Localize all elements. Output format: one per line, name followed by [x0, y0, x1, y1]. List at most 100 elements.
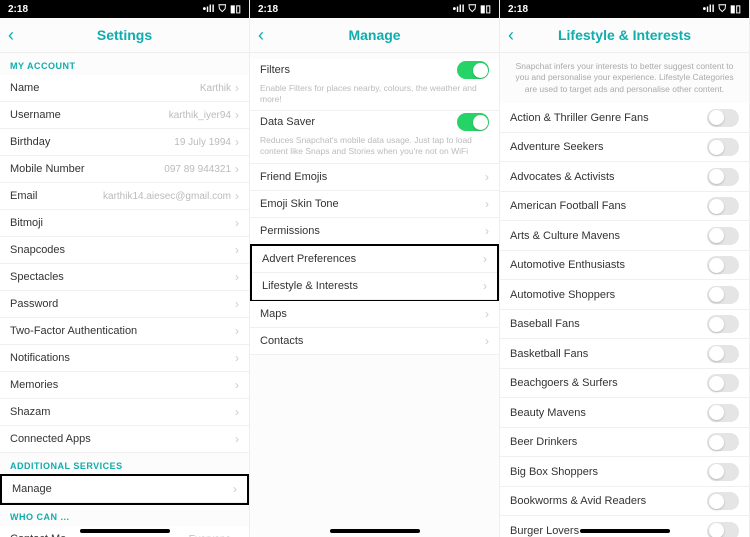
header: ‹ Settings: [0, 18, 249, 53]
back-icon[interactable]: ‹: [508, 25, 514, 46]
chevron-right-icon: ›: [235, 270, 239, 284]
interest-toggle[interactable]: [707, 433, 739, 451]
row-data-saver: Data Saver: [250, 111, 499, 133]
interest-label: Bookworms & Avid Readers: [510, 495, 646, 507]
row-manage[interactable]: Manage›: [2, 476, 247, 503]
interest-row: Automotive Shoppers: [500, 280, 749, 310]
row-username[interactable]: Usernamekarthik_iyer94›: [0, 102, 249, 129]
section-who-can: WHO CAN ...: [0, 504, 249, 526]
chevron-right-icon: ›: [235, 216, 239, 230]
interest-toggle[interactable]: [707, 463, 739, 481]
chevron-right-icon: ›: [235, 81, 239, 95]
status-time: 2:18: [8, 4, 28, 15]
data-saver-toggle[interactable]: [457, 113, 489, 131]
interest-toggle[interactable]: [707, 374, 739, 392]
status-bar: 2:18 •ıll⛉▮▯: [250, 0, 499, 18]
interest-label: Burger Lovers: [510, 525, 579, 537]
chevron-right-icon: ›: [485, 197, 489, 211]
interest-row: American Football Fans: [500, 192, 749, 222]
chevron-right-icon: ›: [485, 170, 489, 184]
chevron-right-icon: ›: [233, 482, 237, 496]
filters-toggle[interactable]: [457, 61, 489, 79]
chevron-right-icon: ›: [485, 334, 489, 348]
row-memories[interactable]: Memories›: [0, 372, 249, 399]
header: ‹ Manage: [250, 18, 499, 53]
chevron-right-icon: ›: [235, 189, 239, 203]
page-title: Settings: [97, 27, 152, 43]
interest-toggle[interactable]: [707, 227, 739, 245]
home-indicator[interactable]: [580, 529, 670, 533]
row-shazam[interactable]: Shazam›: [0, 399, 249, 426]
row-notifications[interactable]: Notifications›: [0, 345, 249, 372]
interest-toggle[interactable]: [707, 492, 739, 510]
row-snapcodes[interactable]: Snapcodes›: [0, 237, 249, 264]
row-name[interactable]: NameKarthik›: [0, 75, 249, 102]
row-mobile[interactable]: Mobile Number097 89 944321›: [0, 156, 249, 183]
chevron-right-icon: ›: [235, 532, 239, 537]
chevron-right-icon: ›: [235, 162, 239, 176]
interest-label: Arts & Culture Mavens: [510, 230, 620, 242]
content[interactable]: Filters Enable Filters for places nearby…: [250, 53, 499, 537]
status-bar: 2:18 •ıll⛉▮▯: [0, 0, 249, 18]
row-bitmoji[interactable]: Bitmoji›: [0, 210, 249, 237]
row-contacts[interactable]: Contacts›: [250, 328, 499, 355]
intro-text: Snapchat infers your interests to better…: [500, 53, 749, 103]
section-additional: ADDITIONAL SERVICES: [0, 453, 249, 475]
interest-label: Adventure Seekers: [510, 141, 604, 153]
status-right: •ıll⛉▮▯: [203, 4, 241, 15]
interest-row: Baseball Fans: [500, 310, 749, 340]
interest-toggle[interactable]: [707, 286, 739, 304]
interest-toggle[interactable]: [707, 168, 739, 186]
interest-row: Big Box Shoppers: [500, 457, 749, 487]
interest-label: American Football Fans: [510, 200, 626, 212]
home-indicator[interactable]: [80, 529, 170, 533]
interest-toggle[interactable]: [707, 404, 739, 422]
content[interactable]: Snapchat infers your interests to better…: [500, 53, 749, 537]
row-filters: Filters: [250, 59, 499, 81]
row-password[interactable]: Password›: [0, 291, 249, 318]
chevron-right-icon: ›: [235, 297, 239, 311]
status-right: •ıll⛉▮▯: [453, 4, 491, 15]
status-time: 2:18: [258, 4, 278, 15]
row-advert-prefs[interactable]: Advert Preferences›: [252, 246, 497, 273]
interest-toggle[interactable]: [707, 256, 739, 274]
interest-row: Bookworms & Avid Readers: [500, 487, 749, 517]
row-emoji-skin[interactable]: Emoji Skin Tone›: [250, 191, 499, 218]
chevron-right-icon: ›: [485, 224, 489, 238]
chevron-right-icon: ›: [235, 405, 239, 419]
chevron-right-icon: ›: [235, 108, 239, 122]
content[interactable]: MY ACCOUNT NameKarthik› Usernamekarthik_…: [0, 53, 249, 537]
row-maps[interactable]: Maps›: [250, 301, 499, 328]
row-permissions[interactable]: Permissions›: [250, 218, 499, 245]
interest-label: Beer Drinkers: [510, 436, 577, 448]
interest-row: Beer Drinkers: [500, 428, 749, 458]
row-spectacles[interactable]: Spectacles›: [0, 264, 249, 291]
interest-toggle[interactable]: [707, 522, 739, 537]
interest-toggle[interactable]: [707, 197, 739, 215]
row-connected-apps[interactable]: Connected Apps›: [0, 426, 249, 453]
chevron-right-icon: ›: [483, 279, 487, 293]
interest-label: Automotive Shoppers: [510, 289, 615, 301]
interest-toggle[interactable]: [707, 138, 739, 156]
row-2fa[interactable]: Two-Factor Authentication›: [0, 318, 249, 345]
row-birthday[interactable]: Birthday19 July 1994›: [0, 129, 249, 156]
interest-row: Burger Lovers: [500, 516, 749, 537]
interest-row: Adventure Seekers: [500, 133, 749, 163]
manage-screen: 2:18 •ıll⛉▮▯ ‹ Manage Filters Enable Fil…: [250, 0, 500, 537]
row-email[interactable]: Emailkarthik14.aiesec@gmail.com›: [0, 183, 249, 210]
row-lifestyle[interactable]: Lifestyle & Interests›: [252, 273, 497, 300]
interest-toggle[interactable]: [707, 109, 739, 127]
interest-label: Beachgoers & Surfers: [510, 377, 618, 389]
interest-toggle[interactable]: [707, 345, 739, 363]
row-friend-emojis[interactable]: Friend Emojis›: [250, 164, 499, 191]
interest-label: Basketball Fans: [510, 348, 588, 360]
interest-row: Automotive Enthusiasts: [500, 251, 749, 281]
interest-row: Beachgoers & Surfers: [500, 369, 749, 399]
data-saver-desc: Reduces Snapchat's mobile data usage. Ju…: [250, 133, 499, 163]
home-indicator[interactable]: [330, 529, 420, 533]
back-icon[interactable]: ‹: [8, 25, 14, 46]
interest-label: Baseball Fans: [510, 318, 580, 330]
header: ‹ Lifestyle & Interests: [500, 18, 749, 53]
interest-toggle[interactable]: [707, 315, 739, 333]
back-icon[interactable]: ‹: [258, 25, 264, 46]
